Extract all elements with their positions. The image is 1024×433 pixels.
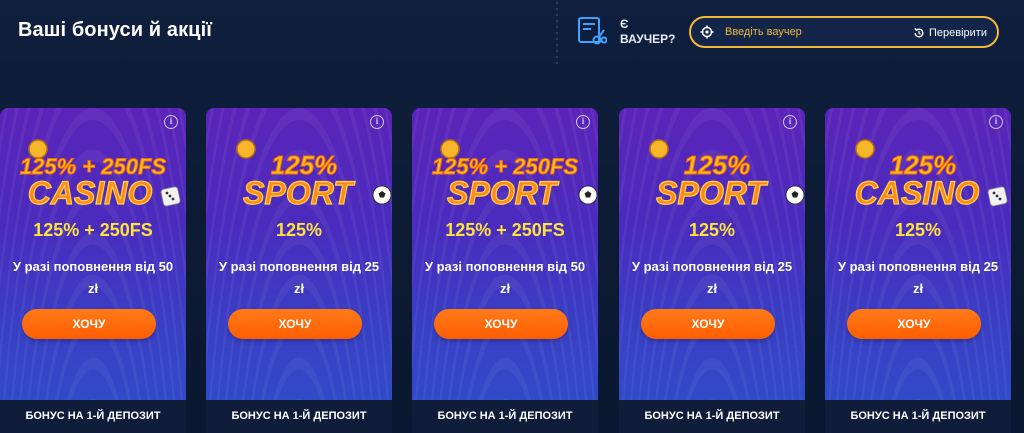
banner-line2: SPORT bbox=[243, 175, 355, 211]
bonus-banner: 125% SPORT bbox=[649, 139, 805, 212]
card-footer: БОНУС НА 1-Й ДЕПОЗИТ bbox=[619, 400, 805, 433]
check-voucher-button[interactable]: Перевірити bbox=[913, 24, 987, 42]
divider bbox=[556, 0, 558, 64]
voucher-icon bbox=[578, 17, 607, 45]
voucher-prompt-line2: ВАУЧЕР? bbox=[620, 32, 676, 46]
voucher-prompt: Є ВАУЧЕР? bbox=[620, 17, 676, 47]
bonus-banner: 125% + 250FS SPORT bbox=[431, 139, 598, 212]
bonus-condition: У разі поповнення від 50 zł bbox=[424, 259, 586, 296]
bonus-value: 125% + 250FS bbox=[445, 220, 565, 240]
banner-line2: CASINO bbox=[28, 175, 153, 211]
refresh-icon bbox=[914, 27, 924, 38]
want-bonus-button[interactable]: ХОЧУ bbox=[434, 309, 568, 339]
bonus-banner: 125% + 250FS CASINO bbox=[19, 139, 181, 212]
card-footer: БОНУС НА 1-Й ДЕПОЗИТ bbox=[825, 400, 1011, 433]
bonus-banner: 125% CASINO bbox=[854, 139, 1008, 212]
banner-line2: CASINO bbox=[855, 175, 980, 211]
want-bonus-button[interactable]: ХОЧУ bbox=[228, 309, 362, 339]
bonus-card: i 125% SPORT 125% У разі поповнення від … bbox=[206, 108, 392, 433]
soccer-ball-icon bbox=[578, 185, 598, 205]
voucher-field: Перевірити bbox=[689, 16, 999, 48]
gear-icon bbox=[700, 25, 714, 39]
bonus-condition: У разі поповнення від 50 zł bbox=[12, 259, 174, 296]
bonus-condition: У разі поповнення від 25 zł bbox=[837, 259, 999, 296]
banner-line2: SPORT bbox=[656, 175, 768, 211]
banner-line2: SPORT bbox=[447, 175, 559, 211]
voucher-input[interactable] bbox=[725, 23, 885, 41]
check-voucher-label: Перевірити bbox=[929, 27, 987, 39]
card-footer: БОНУС НА 1-Й ДЕПОЗИТ bbox=[412, 400, 598, 433]
bonus-card: i 125% CASINO 125% У разі поповнення від… bbox=[825, 108, 1011, 433]
bonus-card: i 125% SPORT 125% У разі поповнення від … bbox=[619, 108, 805, 433]
bonus-condition: У разі поповнення від 25 zł bbox=[631, 259, 793, 296]
header: Ваші бонуси й акції Є ВАУЧЕР? Введіть ва… bbox=[0, 0, 1024, 70]
soccer-ball-icon bbox=[785, 185, 805, 205]
page-title: Ваші бонуси й акції bbox=[18, 19, 212, 41]
want-bonus-button[interactable]: ХОЧУ bbox=[847, 309, 981, 339]
bonus-card: i 125% + 250FS CASINO 125% + 250FS У раз… bbox=[0, 108, 186, 433]
bonus-card: i 125% + 250FS SPORT 125% + 250FS У разі… bbox=[412, 108, 598, 433]
bonus-value: 125% + 250FS bbox=[33, 220, 153, 240]
bonus-value: 125% bbox=[688, 220, 736, 240]
dice-icon bbox=[160, 186, 181, 207]
want-bonus-button[interactable]: ХОЧУ bbox=[641, 309, 775, 339]
bonus-value: 125% bbox=[275, 220, 323, 240]
voucher-prompt-line1: Є bbox=[620, 17, 629, 31]
card-footer: БОНУС НА 1-Й ДЕПОЗИТ bbox=[206, 400, 392, 433]
bonus-value: 125% bbox=[894, 220, 942, 240]
soccer-ball-icon bbox=[372, 185, 392, 205]
bonus-condition: У разі поповнення від 25 zł bbox=[218, 259, 380, 296]
bonus-banner: 125% SPORT bbox=[236, 139, 392, 212]
dice-icon bbox=[987, 186, 1008, 207]
want-bonus-button[interactable]: ХОЧУ bbox=[22, 309, 156, 339]
card-footer: БОНУС НА 1-Й ДЕПОЗИТ bbox=[0, 400, 186, 433]
